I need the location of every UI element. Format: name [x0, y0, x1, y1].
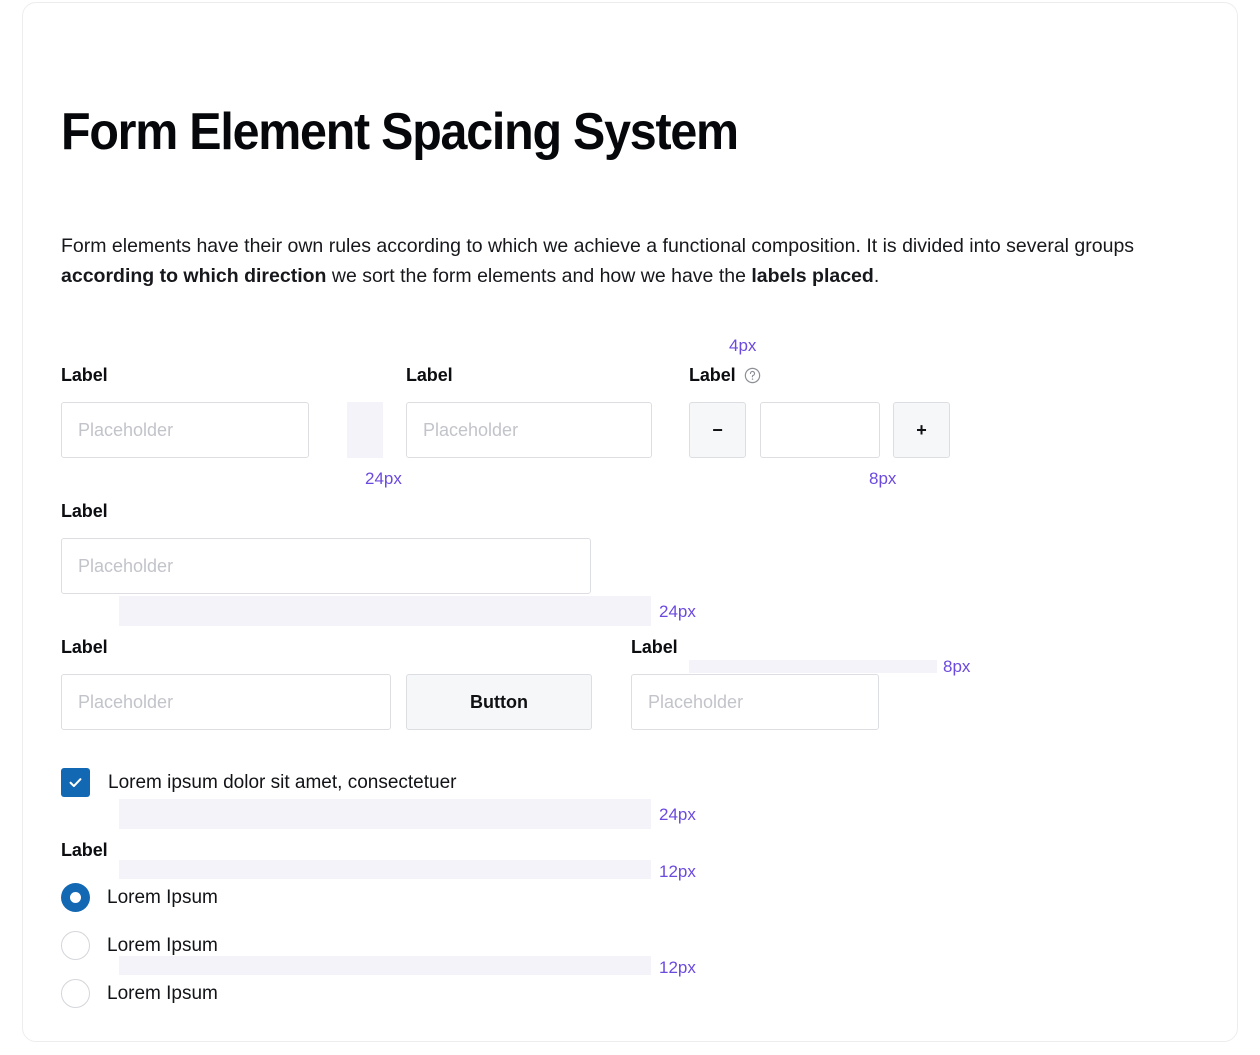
stepper-label-row: Label	[689, 365, 761, 385]
checkbox-gap-note: 24px	[659, 805, 696, 824]
radio-input[interactable]	[61, 979, 90, 1008]
radio-label-gap-note: 12px	[659, 862, 696, 881]
intro-paragraph: Form elements have their own rules accor…	[61, 234, 1135, 287]
input-button-input[interactable]: Placeholder	[61, 674, 391, 730]
right-field-gap-band	[689, 660, 937, 673]
right-field-gap-note: 8px	[943, 657, 971, 676]
radio-input[interactable]	[61, 931, 90, 960]
checkbox-input[interactable]	[61, 768, 90, 797]
radio-option-label: Lorem Ipsum	[107, 934, 218, 956]
stepper-value-input[interactable]	[760, 402, 880, 458]
check-icon	[69, 778, 82, 788]
radio-option[interactable]: Lorem Ipsum	[61, 979, 218, 1008]
pair-gap-band	[347, 402, 383, 458]
fullwidth-label: Label	[61, 501, 108, 521]
radio-option-label: Lorem Ipsum	[107, 886, 218, 908]
checkbox-row[interactable]: Lorem ipsum dolor sit amet, consectetuer	[61, 768, 457, 797]
fullwidth-gap-band	[119, 596, 651, 626]
radio-option[interactable]: Lorem Ipsum	[61, 883, 218, 912]
pair-first-input[interactable]: Placeholder	[61, 402, 309, 458]
question-circle-icon[interactable]	[744, 367, 761, 384]
right-field-label: Label	[631, 637, 678, 657]
pair-first-label: Label	[61, 365, 108, 385]
checkbox-label: Lorem ipsum dolor sit amet, consectetuer	[108, 771, 457, 793]
stepper-decrement-button[interactable]: −	[689, 402, 746, 458]
radio-input-selected[interactable]	[61, 883, 90, 912]
radio-item-gap-note: 12px	[659, 958, 696, 977]
radio-option-label: Lorem Ipsum	[107, 982, 218, 1004]
radio-label-gap-band	[119, 860, 651, 879]
stepper-item-gap-note: 8px	[869, 469, 897, 488]
radio-group-label: Label	[61, 840, 108, 860]
fullwidth-gap-note: 24px	[659, 602, 696, 621]
stepper-label-gap-note: 4px	[729, 336, 757, 355]
checkbox-gap-band	[119, 799, 651, 829]
radio-item-gap-band	[119, 956, 651, 975]
right-field-input[interactable]: Placeholder	[631, 674, 879, 730]
page-title: Form Element Spacing System	[61, 103, 739, 161]
stepper-increment-button[interactable]: +	[893, 402, 950, 458]
fullwidth-input[interactable]: Placeholder	[61, 538, 591, 594]
input-button-label: Label	[61, 637, 108, 657]
stepper-label: Label	[689, 365, 736, 385]
action-button[interactable]: Button	[406, 674, 592, 730]
pair-second-input[interactable]: Placeholder	[406, 402, 652, 458]
pair-second-label: Label	[406, 365, 453, 385]
radio-dot	[70, 892, 81, 903]
pair-gap-note: 24px	[365, 469, 402, 488]
page-card: Form Element Spacing System Form element…	[22, 2, 1238, 1042]
